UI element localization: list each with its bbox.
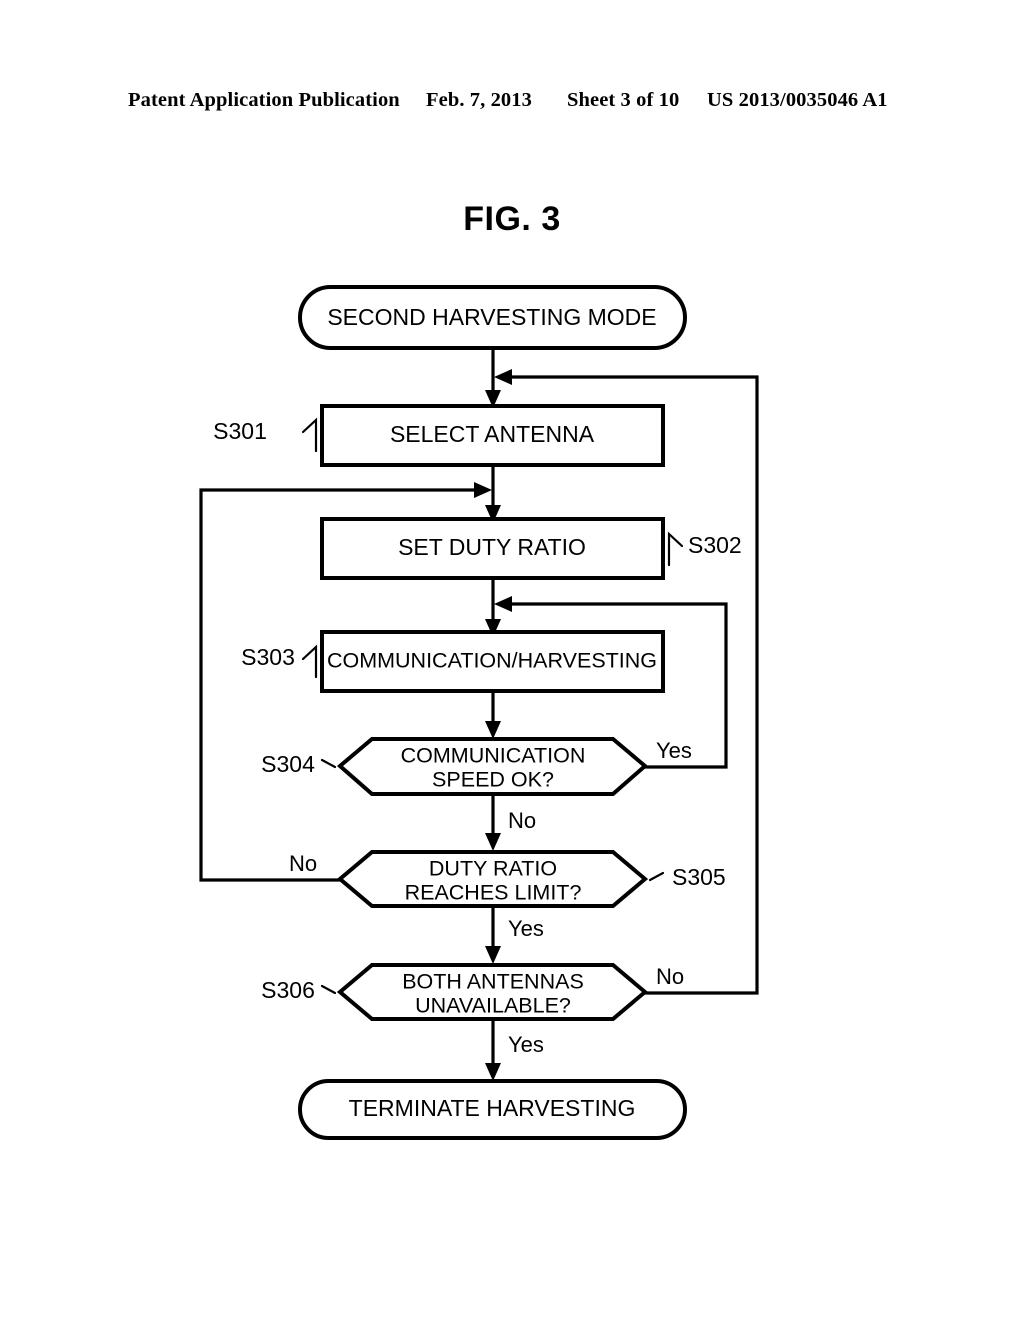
flowchart: SECOND HARVESTING MODE SELECT ANTENNA S3… [0,0,1024,1320]
branch-label-s306-yes: Yes [508,1032,544,1057]
branch-label-s305-yes: Yes [508,916,544,941]
node-s305-label-line2: REACHES LIMIT? [405,881,582,905]
node-s306-label-line1: BOTH ANTENNAS [402,970,584,994]
leader-s301 [301,417,318,453]
step-label-s302: S302 [688,532,742,558]
node-s302-label: SET DUTY RATIO [398,534,586,560]
branch-label-s304-yes: Yes [656,738,692,763]
node-s304-label-line1: COMMUNICATION [401,744,586,768]
leader-s306 [320,984,337,995]
node-start-label: SECOND HARVESTING MODE [327,304,656,330]
leader-s302 [667,531,684,567]
arrowhead-s306-to-end [485,1063,501,1081]
branch-label-s305-no: No [289,851,317,876]
arrowhead-s306-no-loop [494,369,512,385]
step-label-s306: S306 [261,977,315,1003]
leader-s305 [648,871,665,882]
node-end-label: TERMINATE HARVESTING [349,1095,636,1121]
step-label-s304: S304 [261,751,315,777]
arrowhead-s304-to-s305 [485,833,501,851]
step-label-s303: S303 [241,644,295,670]
arrowhead-s305-no-loop [474,482,492,498]
leader-s304 [320,758,337,769]
branch-label-s304-no: No [508,808,536,833]
node-s304-label-line2: SPEED OK? [432,768,554,792]
node-s303-label: COMMUNICATION/HARVESTING [327,649,657,673]
branch-label-s306-no: No [656,964,684,989]
step-label-s301: S301 [213,418,267,444]
node-s305-label-line1: DUTY RATIO [429,857,557,881]
arrowhead-s304-yes-loop [494,596,512,612]
step-label-s305: S305 [672,864,726,890]
patent-page: Patent Application Publication Feb. 7, 2… [0,0,1024,1320]
node-s301-label: SELECT ANTENNA [390,421,595,447]
arrowhead-s303-to-s304 [485,721,501,739]
node-s306-label-line2: UNAVAILABLE? [415,994,571,1018]
arrowhead-s305-to-s306 [485,946,501,964]
leader-s303 [301,644,318,679]
